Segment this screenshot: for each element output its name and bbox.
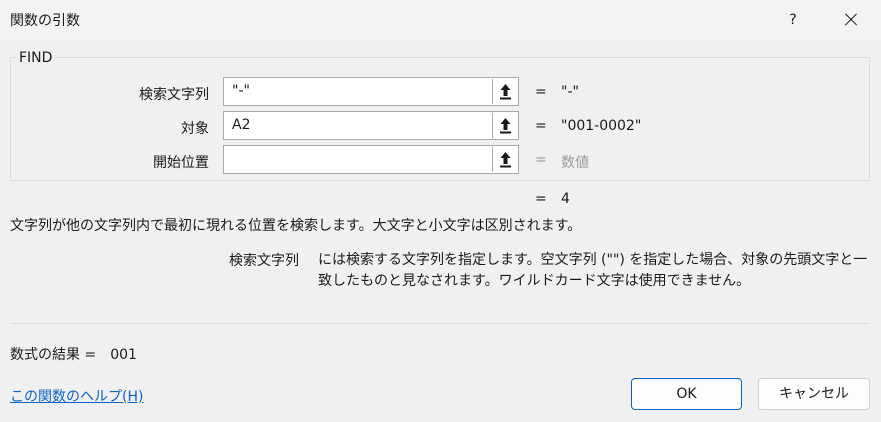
title-bar: 関数の引数 ? — [0, 0, 881, 40]
arg-input-value: A2 — [232, 117, 251, 133]
arg-equals: = — [535, 84, 547, 100]
function-description: 文字列が他の文字列内で最初に現れる位置を検索します。大文字と小文字は区別されます… — [10, 218, 582, 234]
overall-result: 4 — [561, 191, 570, 207]
collapse-dialog-icon[interactable] — [492, 147, 517, 172]
arg-input-start-num[interactable] — [223, 145, 519, 174]
cancel-button[interactable]: キャンセル — [758, 378, 870, 410]
arg-input-value: "-" — [232, 83, 250, 99]
formula-result-label: 数式の結果 = — [10, 347, 97, 363]
arg-equals: = — [535, 152, 547, 168]
arg-result-within-text: "001-0002" — [561, 118, 642, 134]
collapse-dialog-icon[interactable] — [492, 79, 517, 104]
formula-result-value: 001 — [110, 347, 137, 363]
help-button[interactable]: ? — [778, 6, 808, 34]
overall-equals: = — [535, 191, 547, 207]
collapse-dialog-icon[interactable] — [492, 113, 517, 138]
arg-input-find-text[interactable]: "-" — [223, 77, 519, 106]
current-arg-name: 検索文字列 — [229, 253, 299, 269]
function-name: FIND — [16, 50, 56, 66]
arg-input-within-text[interactable]: A2 — [223, 111, 519, 140]
arg-label-find-text: 検索文字列 — [139, 87, 209, 103]
arg-label-within-text: 対象 — [181, 121, 209, 137]
arg-result-find-text: "-" — [561, 84, 579, 100]
formula-result: 数式の結果 = 001 — [10, 344, 137, 364]
arg-equals: = — [535, 118, 547, 134]
close-icon[interactable] — [834, 6, 866, 34]
arg-label-start-num: 開始位置 — [153, 155, 209, 171]
function-help-link[interactable]: この関数のヘルプ(H) — [10, 386, 143, 406]
ok-button[interactable]: OK — [631, 378, 742, 410]
divider — [10, 323, 870, 324]
current-arg-description: には検索する文字列を指定します。空文字列 ("") を指定した場合、対象の先頭文… — [318, 252, 868, 289]
dialog-title: 関数の引数 — [10, 13, 80, 29]
arg-result-start-num: 数値 — [561, 155, 589, 171]
